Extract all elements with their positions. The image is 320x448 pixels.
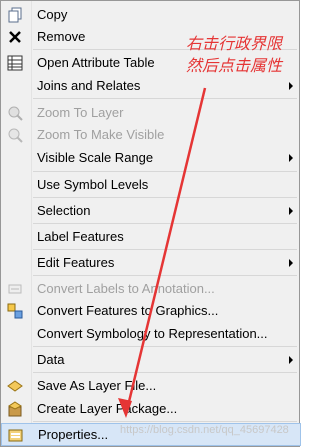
watermark-text: https://blog.csdn.net/qq_45697428 xyxy=(120,424,289,436)
annotation-arrow xyxy=(118,87,207,418)
